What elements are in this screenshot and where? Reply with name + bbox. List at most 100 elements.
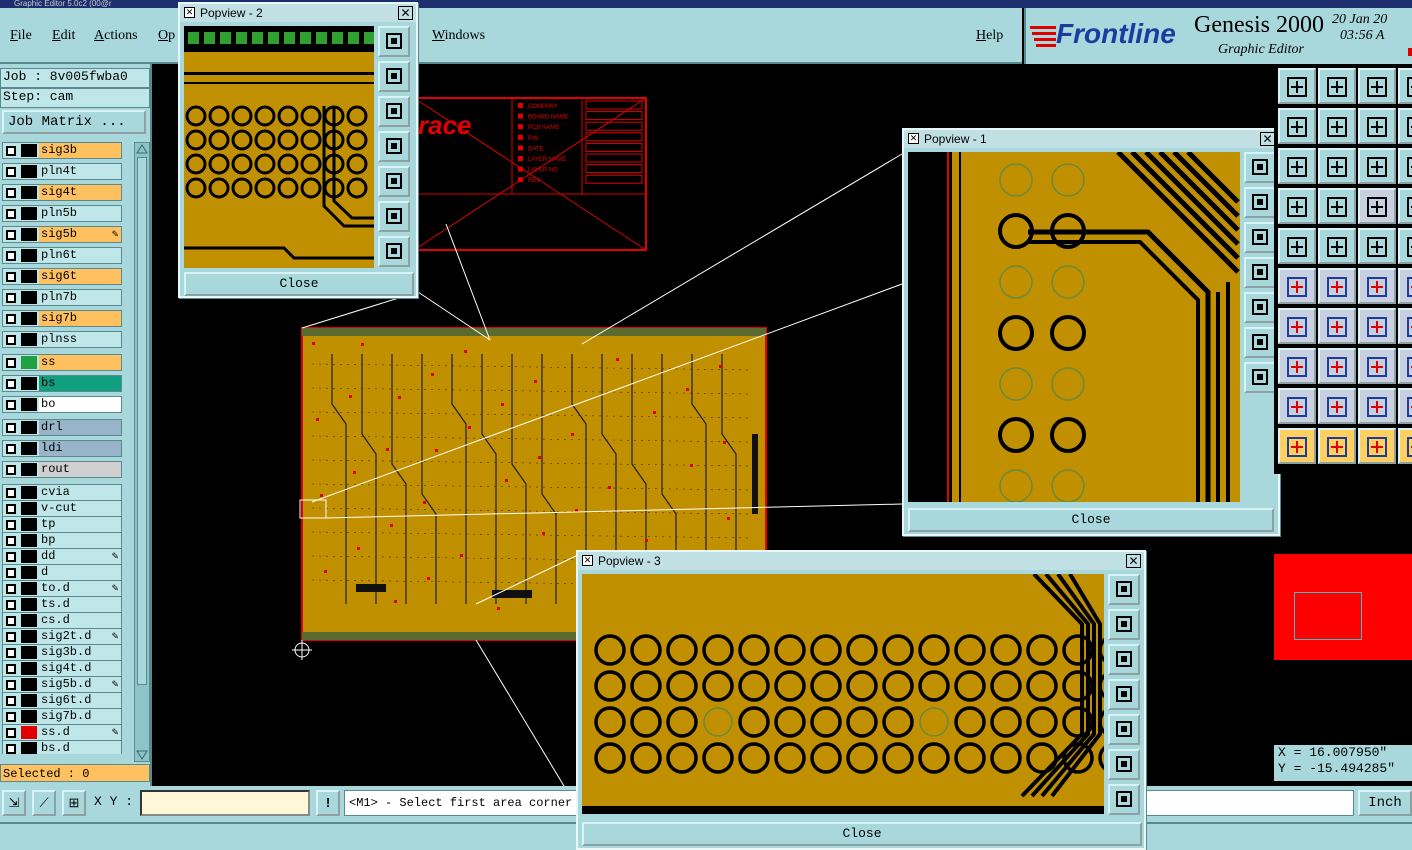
layer-color-swatch[interactable] <box>21 518 37 531</box>
scrollbar-thumb[interactable] <box>137 157 147 685</box>
layer-checkbox[interactable] <box>6 600 16 610</box>
zoom-area-icon[interactable] <box>1244 362 1276 393</box>
menu-help[interactable]: Help <box>976 28 1003 44</box>
layer-row[interactable]: to.d ✎ <box>2 580 122 597</box>
layer-color-swatch[interactable] <box>21 742 37 754</box>
layer-color-swatch[interactable] <box>21 333 37 346</box>
rotate-icon[interactable] <box>1358 108 1396 144</box>
layer-color-swatch[interactable] <box>21 186 37 199</box>
zoom-fit-icon[interactable] <box>1244 152 1276 183</box>
layer-name[interactable]: sig2t.d ✎ <box>39 629 121 644</box>
layer-checkbox[interactable] <box>6 584 16 594</box>
layer-checkbox[interactable] <box>6 167 16 177</box>
layer-row[interactable]: sig6t.d <box>2 692 122 709</box>
ratio-icon[interactable] <box>1358 148 1396 184</box>
layer-color-swatch[interactable] <box>21 377 37 390</box>
layer-name[interactable]: sig4t.d <box>39 661 121 676</box>
layer-row[interactable]: d <box>2 564 122 581</box>
layer-color-swatch[interactable] <box>21 249 37 262</box>
popview-1-view[interactable] <box>908 152 1240 502</box>
popview-1-close-icon[interactable]: ✕ <box>1260 132 1275 146</box>
layer-row[interactable]: sig4t <box>2 184 122 201</box>
layer-checkbox[interactable] <box>6 423 16 433</box>
grid-icon[interactable]: ⊞ <box>62 790 86 816</box>
layer-checkbox[interactable] <box>6 335 16 345</box>
layer-row[interactable]: sig3b.d <box>2 644 122 661</box>
copy-up-icon[interactable] <box>1278 68 1316 104</box>
layer-color-swatch[interactable] <box>21 207 37 220</box>
popview-menu-icon[interactable]: ✕ <box>582 555 593 566</box>
layer-name[interactable]: pln4t <box>39 164 121 179</box>
layer-checkbox[interactable] <box>6 632 16 642</box>
layer-row[interactable]: rout <box>2 461 122 478</box>
layer-name[interactable]: plnss <box>39 332 121 347</box>
popview-3-close-icon[interactable]: ✕ <box>1126 554 1141 568</box>
layer-name[interactable]: sig3b <box>39 143 121 158</box>
scroll-down-icon[interactable] <box>136 750 148 760</box>
extra5-icon[interactable] <box>1398 268 1412 304</box>
layer-row[interactable]: ss <box>2 354 122 371</box>
snap-icon[interactable]: ⇲ <box>2 790 26 816</box>
zoom-home-icon[interactable] <box>1108 749 1140 780</box>
layer-color-swatch[interactable] <box>21 614 37 627</box>
layer-row[interactable]: sig2t.d ✎ <box>2 628 122 645</box>
layer-checkbox[interactable] <box>6 488 16 498</box>
layer-row[interactable]: sig6t <box>2 268 122 285</box>
edge-icon[interactable] <box>1318 348 1356 384</box>
layer-row[interactable]: ss.d ✎ <box>2 724 122 741</box>
pan-icon[interactable] <box>1318 148 1356 184</box>
layer-checkbox[interactable] <box>6 728 16 738</box>
layer-name[interactable]: ts.d <box>39 597 121 612</box>
layer-color-swatch[interactable] <box>21 144 37 157</box>
layer-name[interactable]: bp <box>39 533 121 548</box>
menu-actions[interactable]: Actions <box>94 28 138 44</box>
layer-row[interactable]: pln4t <box>2 163 122 180</box>
layer-name[interactable]: tp <box>39 517 121 532</box>
move-left-icon[interactable] <box>1278 108 1316 144</box>
layer-color-swatch[interactable] <box>21 312 37 325</box>
arc-icon[interactable] <box>1358 308 1396 344</box>
layer-row[interactable]: dd ✎ <box>2 548 122 565</box>
pan-right-icon[interactable] <box>378 166 410 197</box>
triangle-icon[interactable] <box>1278 388 1316 424</box>
layer-name[interactable]: sig5b.d ✎ <box>39 677 121 692</box>
layer-color-swatch[interactable] <box>21 486 37 499</box>
layer-checkbox[interactable] <box>6 568 16 578</box>
extra3-icon[interactable] <box>1398 188 1412 224</box>
zoom-area-icon[interactable] <box>378 236 410 267</box>
select-icon[interactable] <box>1278 428 1316 464</box>
extra9-icon[interactable] <box>1398 428 1412 464</box>
layer-row[interactable]: bp <box>2 532 122 549</box>
select-round-icon[interactable] <box>1358 428 1396 464</box>
zoom-fit-icon[interactable] <box>1108 574 1140 605</box>
layer-name[interactable]: sig6t <box>39 269 121 284</box>
add-point-icon[interactable] <box>1358 268 1396 304</box>
scale-icon[interactable] <box>1398 108 1412 144</box>
popview-2-close-icon[interactable]: ✕ <box>398 6 413 20</box>
layer-color-swatch[interactable] <box>21 534 37 547</box>
units-button[interactable]: Inch <box>1358 790 1412 816</box>
layer-row[interactable]: plnss <box>2 331 122 348</box>
layer-color-swatch[interactable] <box>21 442 37 455</box>
layer-checkbox[interactable] <box>6 230 16 240</box>
job-matrix-button[interactable]: Job Matrix ... <box>2 110 146 134</box>
layer-row[interactable]: sig5b ✎ <box>2 226 122 243</box>
layer-checkbox[interactable] <box>6 251 16 261</box>
layer-name[interactable]: v-cut <box>39 501 121 516</box>
layer-row[interactable]: bo <box>2 396 122 413</box>
layer-row[interactable]: drl <box>2 419 122 436</box>
ruler-icon[interactable] <box>1358 228 1396 264</box>
layer-checkbox[interactable] <box>6 520 16 530</box>
layer-color-swatch[interactable] <box>21 662 37 675</box>
layer-name[interactable]: d <box>39 565 121 580</box>
layer-name[interactable]: pln7b <box>39 290 121 305</box>
layer-color-swatch[interactable] <box>21 726 37 739</box>
home-icon[interactable] <box>1358 68 1396 104</box>
layer-row[interactable]: sig7b <box>2 310 122 327</box>
zoom-in-icon[interactable] <box>378 61 410 92</box>
layer-name[interactable]: sig4t <box>39 185 121 200</box>
layer-color-swatch[interactable] <box>21 694 37 707</box>
zoom-in-icon[interactable] <box>1108 609 1140 640</box>
layer-checkbox[interactable] <box>6 744 16 754</box>
popview-menu-icon[interactable]: ✕ <box>184 7 195 18</box>
